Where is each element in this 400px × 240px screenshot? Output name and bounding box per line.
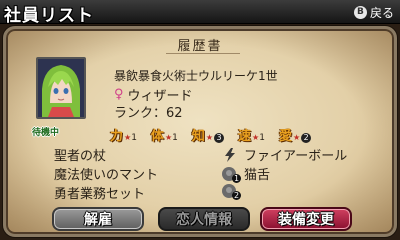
skill-fireball: ファイアーボール (222, 145, 347, 164)
stat-key: 体 (150, 129, 164, 144)
equipment-accessory: 勇者業務セット (54, 187, 146, 202)
stat-speed: 速 ★ 1 (238, 125, 265, 144)
stat-value: 3 (214, 132, 225, 143)
b-button-icon: B (353, 5, 367, 19)
header-bar: 社員リスト B 戻る (0, 0, 400, 26)
back-label: 戻る (369, 5, 394, 20)
stat-love: 愛 ★ 2 (278, 125, 312, 144)
lightning-icon (225, 147, 235, 162)
change-equipment-button[interactable]: 装備変更 (260, 207, 352, 231)
status-tag: 待機中 (32, 128, 60, 138)
dismiss-button[interactable]: 解雇 (52, 207, 144, 231)
stat-stamina: 体 ★ 1 (151, 125, 178, 144)
character-portrait (36, 57, 86, 119)
star-icon: ★ (252, 133, 260, 142)
skill-label: 猫舌 (244, 168, 271, 183)
equipment-armor: 魔法使いのマント (54, 168, 159, 183)
resume-title: 履歴書 (177, 39, 223, 54)
stat-value: 1 (259, 133, 265, 143)
stat-row: 力 ★ 1 体 ★ 1 知 ★ 3 速 ★ 1 愛 ★ 2 (110, 125, 325, 144)
skill-badge-icon: 2 (222, 183, 241, 200)
character-name: 暴飲暴食火術士ウルリーケ1世 (114, 69, 278, 83)
character-rank: ランク：62 (114, 106, 183, 121)
skill-cat-tongue: 1 猫舌 (222, 164, 270, 183)
star-icon: ★ (124, 133, 132, 142)
back-button[interactable]: B 戻る (353, 4, 394, 20)
stat-key: 力 (110, 129, 124, 144)
stat-value: 1 (131, 133, 137, 143)
star-icon: ★ (292, 133, 301, 142)
screen-title: 社員リスト (4, 6, 94, 26)
stat-intellect: 知 ★ 3 (191, 125, 225, 144)
skill-badge-icon: 1 (222, 166, 241, 183)
stat-value: 1 (172, 133, 178, 143)
stat-key: 速 (238, 129, 252, 144)
female-icon: ♀ (114, 87, 124, 102)
star-icon: ★ (164, 133, 173, 142)
star-icon: ★ (205, 133, 214, 142)
stat-key: 愛 (278, 129, 292, 144)
resume-panel: 履歴書 待機中 暴飲暴食火術士ウルリーケ1世 ♀ ウィザード ランク：62 力 … (3, 26, 397, 237)
stat-strength: 力 ★ 1 (110, 125, 137, 144)
stat-value: 2 (301, 132, 312, 143)
skill-slot-2: 2 (222, 183, 244, 200)
partner-info-button[interactable]: 恋人情報 (158, 207, 250, 231)
equipment-weapon: 聖者の杖 (54, 149, 107, 164)
title-divider (166, 53, 240, 54)
skill-label: ファイアーボール (244, 149, 348, 164)
stat-key: 知 (191, 129, 205, 144)
